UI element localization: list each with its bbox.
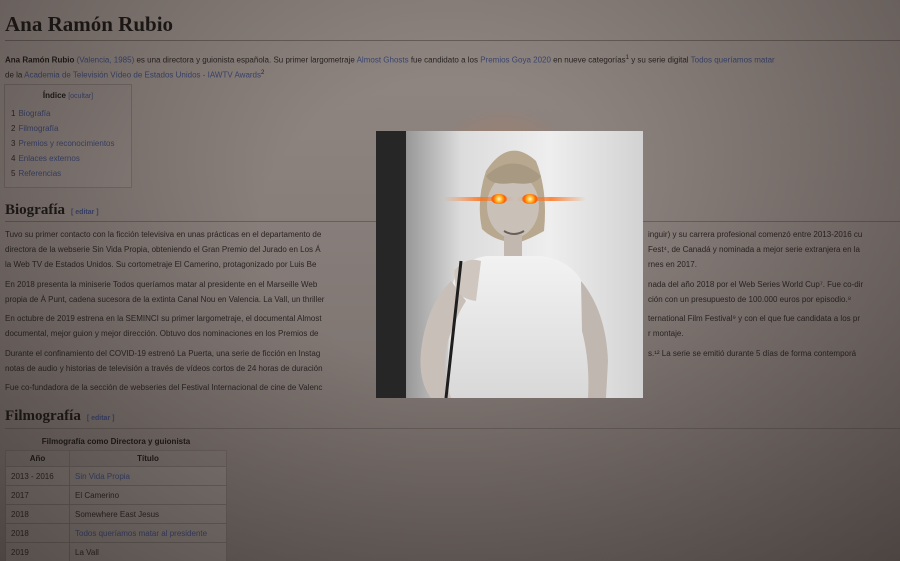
toc-item-filmografia[interactable]: 2 Filmografía (11, 121, 125, 136)
toc-item-referencias[interactable]: 5 Referencias (11, 166, 125, 181)
toc-label: Filmografía (18, 124, 59, 133)
table-row: 2017 El Camerino (5, 485, 227, 505)
section-title: Filmografía (5, 408, 81, 424)
toc-num: 4 (11, 154, 16, 163)
birth-link[interactable]: (Valencia, 1985) (77, 56, 135, 65)
series-link[interactable]: Todos queríamos matar (691, 56, 775, 65)
cell-title[interactable]: Sin Vida Propia (69, 466, 227, 486)
award-link[interactable]: Premios Goya 2020 (480, 56, 551, 65)
toc-label: Premios y reconocimientos (18, 139, 115, 148)
portrait-photo-icon (376, 131, 643, 398)
column-header-title: Título (69, 450, 227, 467)
academy-link[interactable]: Academia de Televisión Vídeo de Estados … (24, 70, 261, 79)
bio-line-right: r montaje. (648, 329, 684, 338)
column-header-year: Año (5, 450, 70, 467)
toc-num: 3 (11, 139, 16, 148)
toc-label: Referencias (18, 169, 62, 178)
filmography-table: Filmografía como Directora y guionista A… (5, 433, 227, 561)
table-of-contents: Índice [ocultar] 1 Biografía 2 Filmografía… (4, 84, 132, 188)
table-row: 2018 Somewhere East Jesus (5, 504, 227, 524)
title-divider (5, 40, 900, 41)
toc-num: 5 (11, 169, 16, 178)
bio-line-right: ción con un presupuesto de 100.000 euros… (648, 295, 852, 304)
section-title: Biografía (5, 202, 65, 218)
bio-line-right: Fest⁴, de Canadá y nominada a mejor seri… (648, 245, 860, 254)
lead-line2-pre: de la (5, 70, 25, 80)
toc-label: Enlaces externos (18, 154, 80, 163)
lead-text-4: y su serie digital (628, 55, 691, 65)
edit-link[interactable]: [ editar ] (71, 209, 99, 216)
cell-year: 2019 (5, 542, 70, 561)
cell-year: 2017 (5, 485, 70, 505)
edit-link[interactable]: [ editar ] (87, 415, 115, 422)
cell-title[interactable]: Todos queríamos matar al presidente (69, 523, 227, 543)
title-link[interactable]: Todos queríamos matar al presidente (75, 529, 207, 538)
section-heading-filmografia: Filmografía [ editar ] (5, 408, 114, 425)
lead-text-2: fue candidato a los (408, 55, 481, 65)
table-row: 2018 Todos queríamos matar al presidente (5, 523, 227, 543)
toc-header: Índice [ocultar] (11, 91, 125, 100)
table-row: 2013 - 2016 Sin Vida Propia (5, 466, 227, 486)
cell-year: 2013 - 2016 (5, 466, 70, 486)
portrait-illustration (376, 131, 643, 398)
bio-line-right: inguir) y su carrera profesional comenzó… (648, 230, 863, 239)
table-caption: Filmografía como Directora y guionista (41, 437, 191, 446)
table-row: 2019 La Vall (5, 542, 227, 561)
toc-item-enlaces[interactable]: 4 Enlaces externos (11, 151, 125, 166)
cell-title: Somewhere East Jesus (69, 504, 227, 524)
bio-line-right: rnes en 2017. (648, 260, 697, 269)
page-title: Ana Ramón Rubio (5, 12, 174, 36)
cell-title: La Vall (69, 542, 227, 561)
bio-line-right: s.¹² La serie se emitió durante 5 días d… (648, 349, 857, 358)
lead-text-1: es una directora y guionista española. S… (134, 55, 357, 65)
toc-num: 1 (11, 109, 16, 118)
cell-year: 2018 (5, 523, 70, 543)
toc-heading: Índice (42, 91, 66, 100)
lead-name: Ana Ramón Rubio (5, 55, 75, 65)
lead-paragraph: Ana Ramón Rubio (Valencia, 1985) es una … (5, 52, 900, 81)
toc-item-premios[interactable]: 3 Premios y reconocimientos (11, 136, 125, 151)
cell-title: El Camerino (69, 485, 227, 505)
cell-year: 2018 (5, 504, 70, 524)
film-link[interactable]: Almost Ghosts (357, 56, 409, 65)
lead-text-3: en nueve categorías (550, 55, 626, 65)
section-divider (5, 428, 900, 429)
toc-num: 2 (11, 124, 16, 133)
toc-item-biografia[interactable]: 1 Biografía (11, 106, 125, 121)
toc-label: Biografía (18, 109, 51, 118)
bio-line-right: ternational Film Festival⁹ y con el que … (648, 314, 860, 323)
ref-2[interactable]: 2 (261, 70, 264, 76)
toc-toggle[interactable]: [ocultar] (68, 93, 93, 100)
glowing-eye-left (491, 194, 507, 204)
title-link[interactable]: Sin Vida Propia (75, 472, 130, 481)
section-heading-biografia: Biografía [ editar ] (5, 202, 99, 219)
bio-line-right: nada del año 2018 por el Web Series Worl… (648, 280, 864, 289)
table-header-row: Año Título (5, 450, 227, 467)
glowing-eye-right (522, 194, 538, 204)
